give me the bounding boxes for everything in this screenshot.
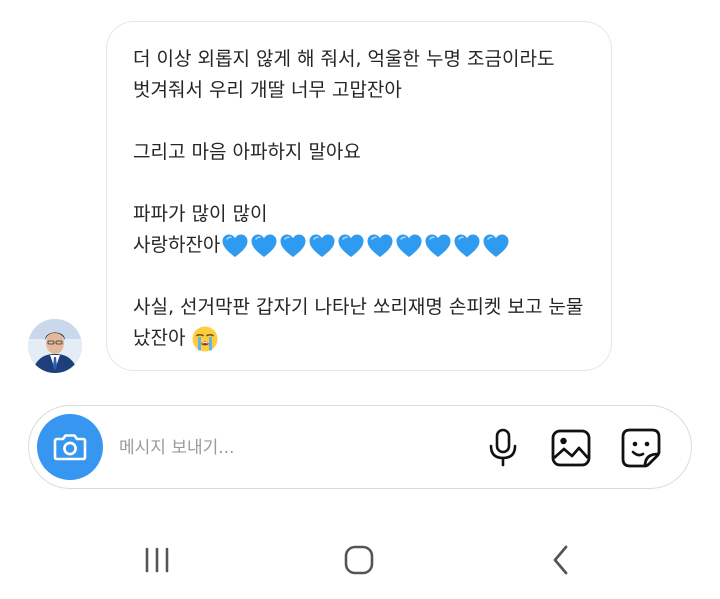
sticker-icon [621,428,661,468]
loudly-crying-face-icon [191,325,219,353]
blue-heart-icon [395,233,423,259]
message-bubble[interactable]: 더 이상 외롭지 않게 해 줘서, 억울한 누명 조금이라도 벗겨줘서 우리 개… [106,21,612,371]
blue-heart-icon [308,233,336,259]
avatar[interactable] [28,319,82,373]
blue-heart-icon [366,233,394,259]
message-line: 벗겨줘서 우리 개딸 너무 고맙잔아 [133,79,402,101]
avatar-photo [28,319,82,373]
blue-heart-icon [337,233,365,259]
recents-button[interactable] [127,538,187,582]
blue-heart-icon [453,233,481,259]
microphone-icon [489,428,517,467]
system-navigation-bar [0,520,720,599]
home-icon [344,545,374,575]
camera-icon [53,434,87,461]
message-line-with-emoji: 났잔아 [133,323,591,354]
message-input[interactable] [119,433,459,463]
message-line: 사실, 선거막판 갑자기 나타난 쏘리재명 손피켓 보고 눈물 [133,296,584,318]
blue-heart-icon [482,233,510,259]
back-button[interactable] [531,538,591,582]
blue-heart-icon [279,233,307,259]
blue-heart-icon [424,233,452,259]
blue-hearts-emoji-group [221,230,511,261]
back-icon [553,545,568,575]
blue-heart-icon [250,233,278,259]
message-line: 났잔아 [133,327,186,349]
camera-button[interactable] [37,414,103,480]
image-icon [551,429,591,467]
message-line: 파파가 많이 많이 [133,203,268,225]
home-button[interactable] [329,538,389,582]
dm-chat-screen: 더 이상 외롭지 않게 해 줘서, 억울한 누명 조금이라도 벗겨줘서 우리 개… [0,0,720,599]
message-line: 그리고 마음 아파하지 말아요 [133,141,361,163]
recents-icon [145,547,169,573]
message-line-with-hearts: 사랑하잔아 [133,230,591,261]
gallery-button[interactable] [550,427,592,469]
incoming-message-row: 더 이상 외롭지 않게 해 줘서, 억울한 누명 조금이라도 벗겨줘서 우리 개… [0,0,720,380]
message-composer [28,405,692,489]
voice-message-button[interactable] [482,427,524,469]
blue-heart-icon [221,233,249,259]
sticker-button[interactable] [620,427,662,469]
message-line: 사랑하잔아 [133,234,221,256]
message-line: 더 이상 외롭지 않게 해 줘서, 억울한 누명 조금이라도 [133,48,555,70]
